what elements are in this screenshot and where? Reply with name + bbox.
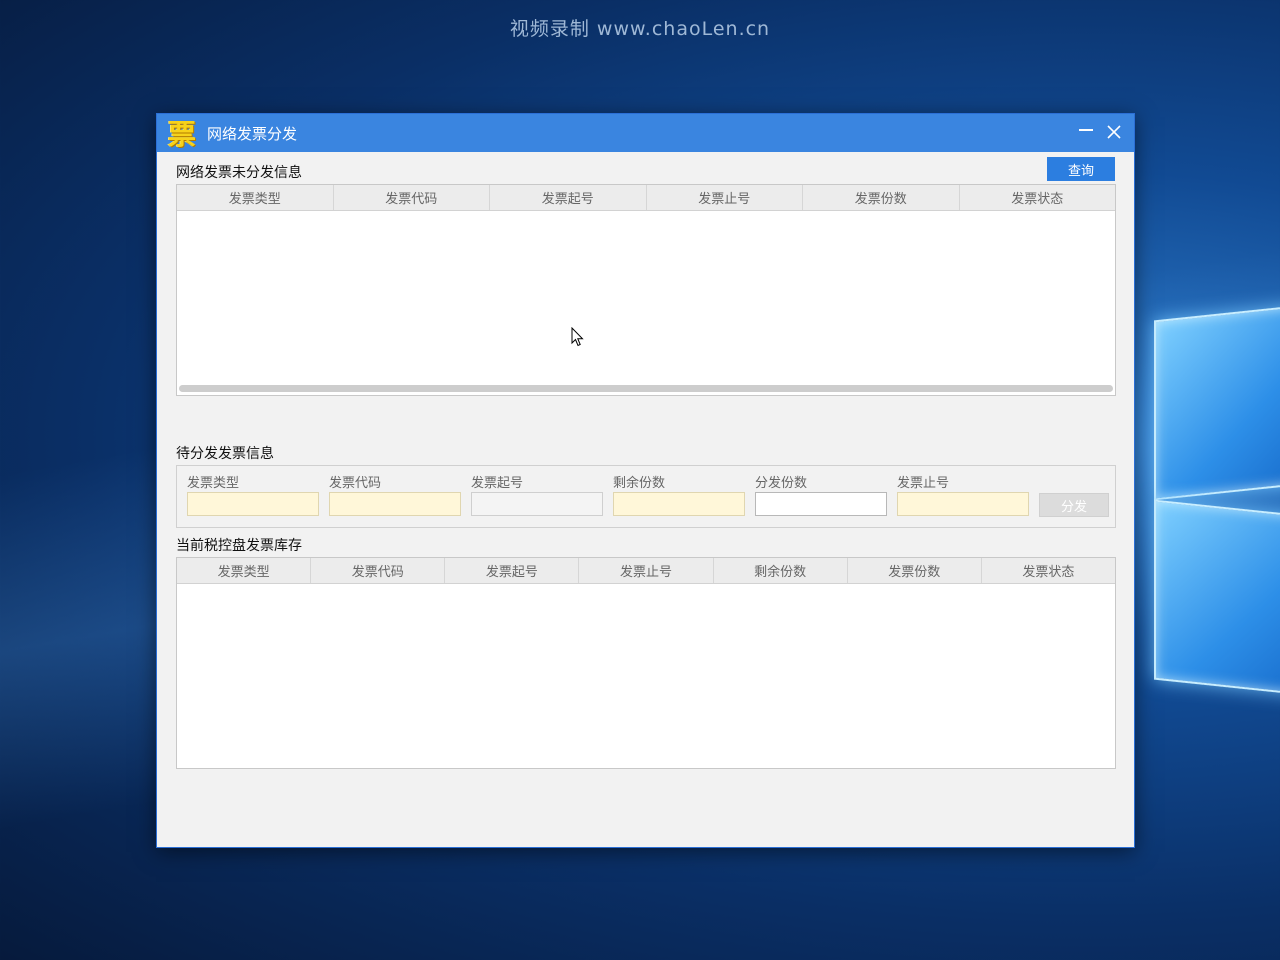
undistributed-section-title: 网络发票未分发信息 xyxy=(176,165,302,181)
column-header[interactable]: 发票份数 xyxy=(803,185,960,210)
close-button[interactable] xyxy=(1100,118,1128,146)
invoice-distribution-window: 票 网络发票分发 网络发票未分发信息 查询 发票类型 发票代码 发票起号 发票止… xyxy=(156,113,1135,848)
invoice-code-input[interactable] xyxy=(329,492,461,516)
field-invoice-type: 发票类型 xyxy=(187,472,319,516)
undistributed-invoice-grid[interactable]: 发票类型 发票代码 发票起号 发票止号 发票份数 发票状态 xyxy=(176,184,1116,396)
grid-header: 发票类型 发票代码 发票起号 发票止号 发票份数 发票状态 xyxy=(177,185,1115,211)
title-bar[interactable]: 票 网络发票分发 xyxy=(157,114,1134,152)
column-header[interactable]: 发票代码 xyxy=(311,558,446,583)
column-header[interactable]: 发票起号 xyxy=(445,558,580,583)
field-label: 发票代码 xyxy=(329,476,382,491)
column-header[interactable]: 发票状态 xyxy=(960,185,1116,210)
field-label: 发票类型 xyxy=(187,476,240,491)
field-label: 剩余份数 xyxy=(613,476,666,491)
window-title: 网络发票分发 xyxy=(207,124,298,143)
windows-logo xyxy=(1136,290,1280,720)
grid-header: 发票类型 发票代码 发票起号 发票止号 剩余份数 发票份数 发票状态 xyxy=(177,558,1115,584)
column-header[interactable]: 发票类型 xyxy=(177,558,312,583)
column-header[interactable]: 发票起号 xyxy=(490,185,647,210)
tax-disk-inventory-grid[interactable]: 发票类型 发票代码 发票起号 发票止号 剩余份数 发票份数 发票状态 xyxy=(176,557,1116,769)
minimize-icon xyxy=(1079,129,1093,131)
minimize-button[interactable] xyxy=(1072,118,1100,146)
field-invoice-code: 发票代码 xyxy=(329,472,461,516)
column-header[interactable]: 发票状态 xyxy=(982,558,1115,583)
field-label: 分发份数 xyxy=(755,476,808,491)
field-end-number: 发票止号 xyxy=(897,472,1029,516)
column-header[interactable]: 发票代码 xyxy=(334,185,490,210)
start-number-input[interactable] xyxy=(471,492,603,516)
column-header[interactable]: 发票份数 xyxy=(848,558,982,583)
distribute-button[interactable]: 分发 xyxy=(1039,493,1109,517)
horizontal-scrollbar[interactable] xyxy=(179,385,1113,392)
field-label: 发票起号 xyxy=(471,476,524,491)
mouse-cursor-icon xyxy=(571,327,584,347)
field-remaining-count: 剩余份数 xyxy=(613,472,745,516)
column-header[interactable]: 发票止号 xyxy=(579,558,714,583)
distribute-count-input[interactable] xyxy=(755,492,887,516)
column-header[interactable]: 发票类型 xyxy=(177,185,334,210)
close-icon xyxy=(1107,125,1121,139)
field-distribute-count: 分发份数 xyxy=(755,472,887,516)
remaining-count-input[interactable] xyxy=(613,492,745,516)
invoice-type-input[interactable] xyxy=(187,492,319,516)
field-label: 发票止号 xyxy=(897,476,950,491)
query-button[interactable]: 查询 xyxy=(1047,157,1115,181)
recording-watermark: 视频录制 www.chaoLen.cn xyxy=(509,18,771,40)
column-header[interactable]: 剩余份数 xyxy=(714,558,848,583)
invoice-app-icon: 票 xyxy=(167,118,196,151)
pending-invoice-form: 发票类型 发票代码 发票起号 剩余份数 分发份数 发票止号 分发 xyxy=(176,465,1116,528)
column-header[interactable]: 发票止号 xyxy=(647,185,803,210)
inventory-section-title: 当前税控盘发票库存 xyxy=(176,538,302,554)
field-start-number: 发票起号 xyxy=(471,472,603,516)
pending-section-title: 待分发发票信息 xyxy=(176,446,274,462)
end-number-input[interactable] xyxy=(897,492,1029,516)
